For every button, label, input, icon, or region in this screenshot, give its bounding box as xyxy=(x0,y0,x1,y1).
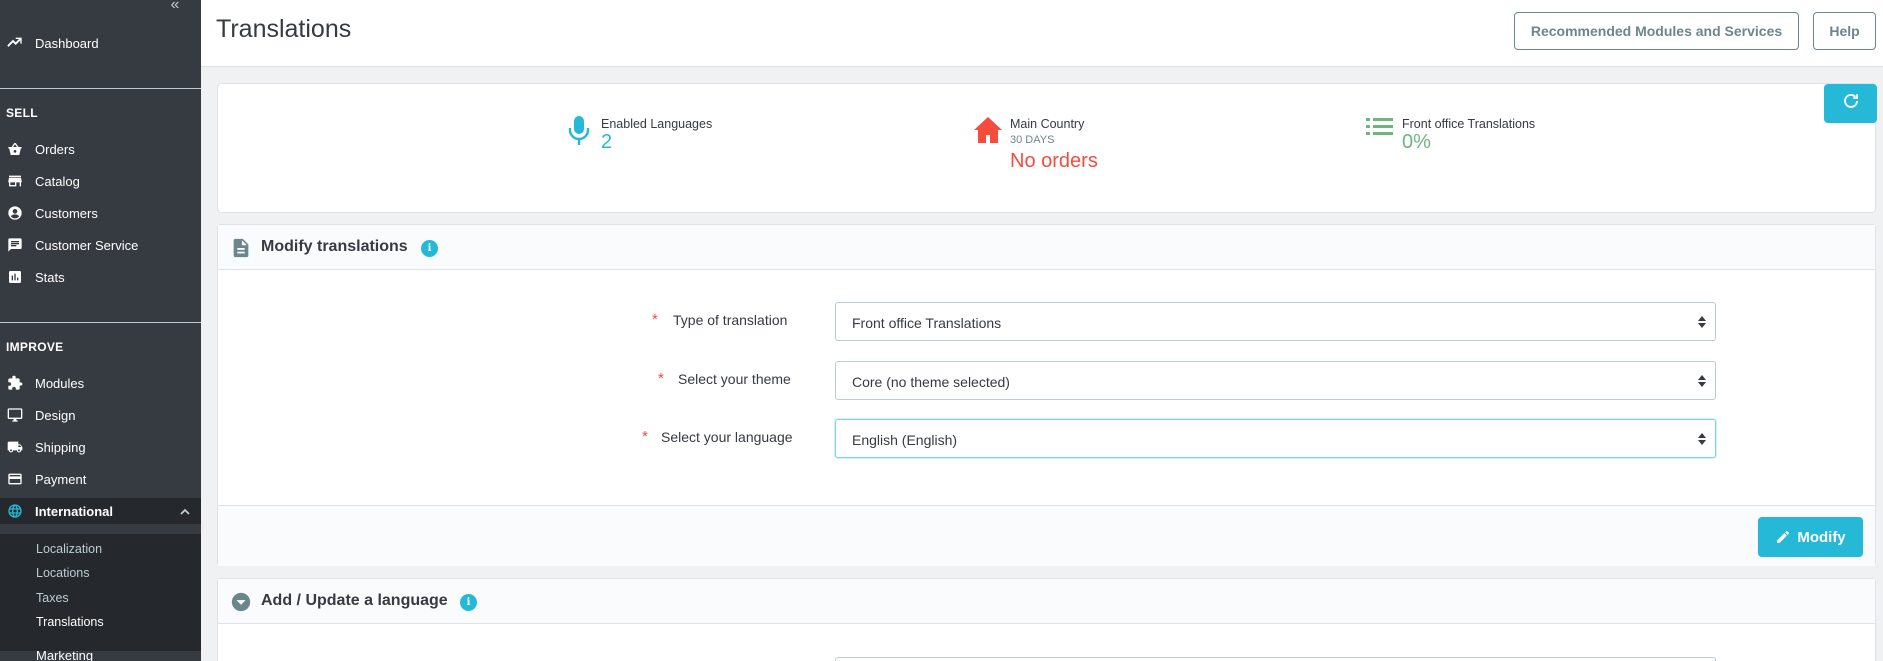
select-value: English (English) xyxy=(852,432,958,448)
help-button[interactable]: Help xyxy=(1813,12,1876,50)
trending-up-icon xyxy=(6,34,24,52)
sidebar-item-label: International xyxy=(35,503,114,519)
form-row-type-of-translation: * Type of translation Front office Trans… xyxy=(218,302,1875,342)
sidebar-item-label: Design xyxy=(35,407,76,423)
panel-header: Modify translations i xyxy=(218,225,1875,270)
sidebar-item-international[interactable]: International xyxy=(0,498,201,524)
add-update-language-panel: Add / Update a language i xyxy=(217,578,1876,661)
sidebar-item-customer-service[interactable]: Customer Service xyxy=(0,232,201,258)
sidebar-subitem-taxes[interactable]: Taxes xyxy=(36,591,69,605)
sidebar-item-label: Marketing xyxy=(36,651,94,661)
double-chevron-left-icon[interactable]: « xyxy=(165,0,185,14)
panel-title: Add / Update a language xyxy=(261,592,448,609)
kpi-value: 0% xyxy=(1402,131,1431,153)
select-arrows-icon xyxy=(1697,374,1707,388)
kpi-subtitle: 30 DAYS xyxy=(1010,134,1055,146)
required-marker: * xyxy=(658,370,664,387)
sidebar-item-label: Catalog xyxy=(35,173,80,189)
required-marker: * xyxy=(652,311,658,328)
sidebar-item-label: Modules xyxy=(35,375,85,391)
sidebar: « Dashboard SELL Orders Catalog Customer… xyxy=(0,0,201,661)
field-label: Select your language xyxy=(661,429,793,445)
sidebar-subitem-localization[interactable]: Localization xyxy=(36,542,102,556)
pencil-icon xyxy=(1777,531,1790,543)
sidebar-item-label: Dashboard xyxy=(35,35,99,51)
home-icon xyxy=(973,114,1003,148)
recommended-modules-button[interactable]: Recommended Modules and Services xyxy=(1514,12,1799,50)
sidebar-item-label: Customer Service xyxy=(35,237,139,253)
kpi-value: 2 xyxy=(601,131,613,153)
language-select[interactable]: English (English) xyxy=(835,419,1716,458)
select-value: Front office Translations xyxy=(852,315,1002,331)
account-circle-icon xyxy=(6,204,24,222)
select-value: Core (no theme selected) xyxy=(852,374,1010,390)
sidebar-submenu-international: Localization Locations Taxes Translation… xyxy=(0,534,201,651)
select-arrows-icon xyxy=(1697,432,1707,446)
sidebar-section-improve: IMPROVE xyxy=(6,340,64,354)
truck-icon xyxy=(6,438,24,456)
kpi-value: No orders xyxy=(1010,150,1098,172)
kpi-row: Enabled Languages 2 Main Country 30 DAYS… xyxy=(217,83,1876,213)
kpi-title: Front office Translations xyxy=(1402,117,1536,131)
sidebar-subitem-translations[interactable]: Translations xyxy=(36,615,104,629)
chevron-circle-down-icon xyxy=(230,591,252,613)
sidebar-item-label: Orders xyxy=(35,141,75,157)
chevron-up-icon xyxy=(179,505,191,517)
sidebar-item-modules[interactable]: Modules xyxy=(0,370,201,396)
field-label: Select your theme xyxy=(678,371,791,387)
select-arrows-icon xyxy=(1697,315,1707,329)
sidebar-item-marketing[interactable]: Marketing xyxy=(0,651,201,661)
sidebar-item-label: Stats xyxy=(35,269,65,285)
language-pack-select[interactable] xyxy=(835,657,1716,661)
required-marker: * xyxy=(642,428,648,445)
sidebar-item-stats[interactable]: Stats xyxy=(0,264,201,290)
info-icon[interactable]: i xyxy=(460,594,477,611)
type-of-translation-select[interactable]: Front office Translations xyxy=(835,302,1716,341)
sidebar-section-sell: SELL xyxy=(6,106,38,120)
sidebar-item-design[interactable]: Design xyxy=(0,402,201,428)
list-icon xyxy=(1365,114,1395,148)
modify-button[interactable]: Modify xyxy=(1758,517,1863,557)
basket-icon xyxy=(6,140,24,158)
sidebar-subitem-locations[interactable]: Locations xyxy=(36,566,90,580)
sidebar-item-dashboard[interactable]: Dashboard xyxy=(0,30,201,56)
sidebar-divider xyxy=(0,322,201,323)
modify-button-label: Modify xyxy=(1797,528,1846,546)
panel-footer: Modify xyxy=(218,505,1875,566)
info-icon[interactable]: i xyxy=(421,240,438,257)
panel-title: Modify translations xyxy=(261,238,408,255)
chat-icon xyxy=(6,236,24,254)
modify-translations-panel: Modify translations i * Type of translat… xyxy=(217,224,1876,566)
page-header: Translations Recommended Modules and Ser… xyxy=(201,0,1883,67)
sidebar-item-payment[interactable]: Payment xyxy=(0,466,201,492)
form-row-select-language: * Select your language English (English) xyxy=(218,419,1875,459)
theme-select[interactable]: Core (no theme selected) xyxy=(835,361,1716,400)
credit-card-icon xyxy=(6,470,24,488)
desktop-icon xyxy=(6,406,24,424)
sidebar-item-label: Shipping xyxy=(35,439,86,455)
sidebar-item-orders[interactable]: Orders xyxy=(0,136,201,162)
puzzle-icon xyxy=(6,374,24,392)
sidebar-item-label: Customers xyxy=(35,205,98,221)
refresh-icon xyxy=(1842,92,1860,115)
refresh-kpi-button[interactable] xyxy=(1824,84,1877,123)
page-title: Translations xyxy=(216,15,352,43)
field-label: Type of translation xyxy=(673,312,788,328)
panel-header[interactable]: Add / Update a language i xyxy=(218,579,1875,624)
bar-chart-icon xyxy=(6,268,24,286)
file-text-icon xyxy=(230,237,252,259)
kpi-title: Main Country xyxy=(1010,117,1085,131)
sidebar-item-customers[interactable]: Customers xyxy=(0,200,201,226)
microphone-icon xyxy=(564,114,594,148)
sidebar-item-shipping[interactable]: Shipping xyxy=(0,434,201,460)
sidebar-divider xyxy=(0,88,201,89)
globe-icon xyxy=(6,502,24,520)
store-icon xyxy=(6,172,24,190)
form-row-select-theme: * Select your theme Core (no theme selec… xyxy=(218,361,1875,401)
sidebar-item-label: Payment xyxy=(35,471,87,487)
sidebar-item-catalog[interactable]: Catalog xyxy=(0,168,201,194)
kpi-title: Enabled Languages xyxy=(601,117,713,131)
